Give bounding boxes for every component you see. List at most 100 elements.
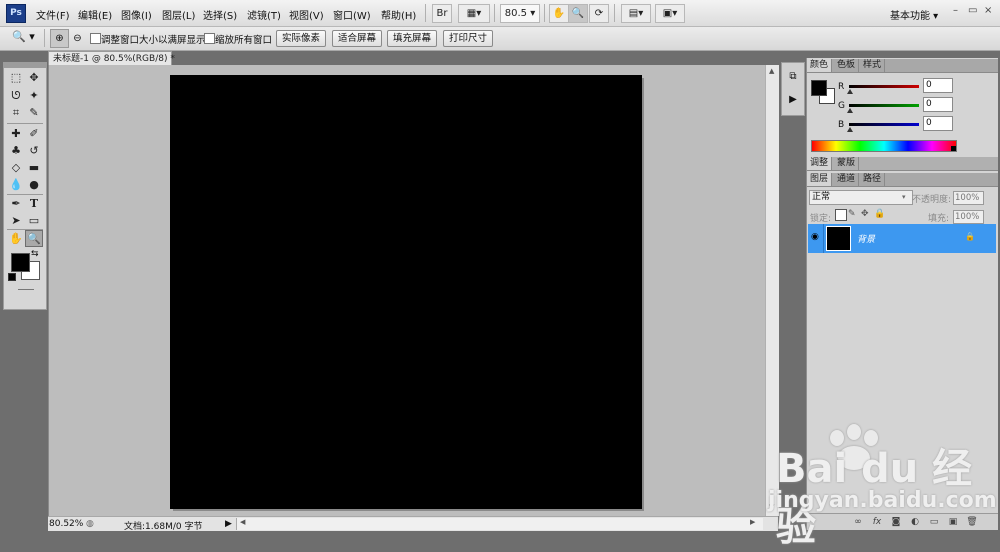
clone-stamp-tool-icon[interactable]: ♣ xyxy=(8,143,24,158)
spectrum-black-swatch[interactable] xyxy=(951,146,956,151)
channel-r-handle[interactable] xyxy=(847,89,853,94)
menu-edit[interactable]: 编辑(E) xyxy=(78,7,112,22)
foreground-color-swatch[interactable] xyxy=(11,253,30,272)
print-size-button[interactable]: 打印尺寸 xyxy=(443,30,493,47)
close-button[interactable]: × xyxy=(984,5,992,16)
zoom-out-icon[interactable]: ⊖ xyxy=(68,29,87,48)
eye-icon[interactable]: ◉ xyxy=(811,233,821,242)
eyedropper-tool-icon[interactable]: ✎ xyxy=(26,105,42,120)
default-colors-icon[interactable] xyxy=(8,273,16,281)
type-tool-icon[interactable]: T xyxy=(26,196,42,211)
channel-b-label: B xyxy=(838,120,845,130)
magic-wand-tool-icon[interactable]: ✦ xyxy=(26,88,42,103)
status-zoom-icon[interactable]: ◍ xyxy=(86,519,94,529)
separator xyxy=(614,4,615,22)
actual-pixels-button[interactable]: 实际像素 xyxy=(276,30,326,47)
rotate-view-icon[interactable]: ⟳ xyxy=(589,4,609,23)
brush-tool-icon[interactable]: ✐ xyxy=(26,126,42,141)
tab-adjustments[interactable]: 调整 xyxy=(807,157,833,170)
workspace-switcher[interactable]: 基本功能 ▾ xyxy=(890,7,938,22)
marquee-tool-icon[interactable]: ⬚ xyxy=(8,70,24,85)
document-tab[interactable]: 未标题-1 @ 80.5%(RGB/8) * xyxy=(48,51,175,66)
pen-tool-icon[interactable]: ✒ xyxy=(8,196,24,211)
zoom-level-field[interactable]: 80.5 ▾ xyxy=(500,4,540,23)
blur-tool-icon[interactable]: 💧 xyxy=(8,177,24,192)
channel-g-input[interactable]: 0 xyxy=(923,97,953,112)
menu-view[interactable]: 视图(V) xyxy=(289,7,324,22)
arrange-documents-icon[interactable]: ▤▾ xyxy=(621,4,651,23)
screen-mode-icon[interactable]: ▣▾ xyxy=(655,4,685,23)
status-zoom[interactable]: 80.52% xyxy=(49,519,83,529)
scroll-right-icon[interactable]: ▶ xyxy=(750,518,755,526)
swap-colors-icon[interactable]: ⇆ xyxy=(31,249,39,259)
opacity-input[interactable]: 100% xyxy=(953,191,984,205)
layer-thumbnail[interactable] xyxy=(826,226,851,251)
crop-tool-icon[interactable]: ⌗ xyxy=(8,105,24,120)
path-selection-tool-icon[interactable]: ➤ xyxy=(8,213,24,228)
canvas[interactable] xyxy=(170,75,642,509)
actions-panel-icon[interactable]: ▶ xyxy=(785,92,801,108)
zoom-in-icon[interactable]: ⊕ xyxy=(50,29,69,48)
lock-transparent-icon[interactable] xyxy=(835,209,847,221)
gradient-tool-icon[interactable]: ▬ xyxy=(26,160,42,175)
color-spectrum[interactable] xyxy=(811,140,957,152)
fit-screen-button[interactable]: 适合屏幕 xyxy=(332,30,382,47)
tool-preset-picker-icon[interactable]: 🔍 ▾ xyxy=(12,30,35,43)
tab-masks[interactable]: 蒙版 xyxy=(834,157,860,170)
color-foreground-swatch[interactable] xyxy=(811,80,827,96)
dodge-tool-icon[interactable]: ● xyxy=(26,177,42,192)
move-tool-icon[interactable]: ✥ xyxy=(26,70,42,85)
channel-b-handle[interactable] xyxy=(847,127,853,132)
scroll-up-icon[interactable]: ▲ xyxy=(769,67,774,75)
menu-layer[interactable]: 图层(L) xyxy=(162,7,195,22)
layer-row[interactable]: ◉ 背景 🔒 xyxy=(808,224,996,253)
hand-tool-icon[interactable]: ✋ xyxy=(8,231,24,246)
tab-layers[interactable]: 图层 xyxy=(807,173,833,186)
lock-pixels-icon[interactable]: ✎ xyxy=(848,209,856,219)
zoom-all-windows-checkbox[interactable] xyxy=(204,33,215,44)
menu-file[interactable]: 文件(F) xyxy=(36,7,70,22)
channel-r-input[interactable]: 0 xyxy=(923,78,953,93)
channel-g-handle[interactable] xyxy=(847,108,853,113)
photoshop-logo-icon[interactable]: Ps xyxy=(6,4,26,23)
resize-windows-checkbox[interactable] xyxy=(90,33,101,44)
channel-b-input[interactable]: 0 xyxy=(923,116,953,131)
zoom-tool-icon[interactable]: 🔍 xyxy=(25,230,43,247)
zoom-tool-icon[interactable]: 🔍 xyxy=(568,4,588,23)
bridge-icon[interactable]: Br xyxy=(432,4,452,23)
healing-brush-tool-icon[interactable]: ✚ xyxy=(8,126,24,141)
lasso-tool-icon[interactable]: ᘎ xyxy=(8,88,24,103)
layer-name[interactable]: 背景 xyxy=(857,232,875,245)
menu-window[interactable]: 窗口(W) xyxy=(333,7,371,22)
tab-color[interactable]: 颜色 xyxy=(807,59,833,72)
minimize-button[interactable]: – xyxy=(953,5,958,16)
tab-channels[interactable]: 通道 xyxy=(834,173,860,186)
tab-paths[interactable]: 路径 xyxy=(860,173,886,186)
horizontal-scrollbar[interactable]: ◀ ▶ xyxy=(236,518,763,530)
hand-tool-icon[interactable]: ✋ xyxy=(549,4,569,23)
menu-select[interactable]: 选择(S) xyxy=(203,7,237,22)
lock-position-icon[interactable]: ✥ xyxy=(861,209,869,219)
tab-styles[interactable]: 样式 xyxy=(860,59,886,72)
fill-screen-button[interactable]: 填充屏幕 xyxy=(387,30,437,47)
menu-filter[interactable]: 滤镜(T) xyxy=(247,7,281,22)
lock-all-icon[interactable]: 🔒 xyxy=(874,209,885,219)
scroll-left-icon[interactable]: ◀ xyxy=(240,518,245,526)
menu-image[interactable]: 图像(I) xyxy=(121,7,152,22)
view-extras-icon[interactable]: ▦▾ xyxy=(458,4,490,23)
fill-input[interactable]: 100% xyxy=(953,210,984,224)
channel-g-slider[interactable] xyxy=(849,104,919,107)
restore-button[interactable]: ▭ xyxy=(968,5,977,16)
history-panel-icon[interactable]: ⧉ xyxy=(785,69,801,85)
eraser-tool-icon[interactable]: ◇ xyxy=(8,160,24,175)
history-brush-tool-icon[interactable]: ↺ xyxy=(26,143,42,158)
channel-b-slider[interactable] xyxy=(849,123,919,126)
status-menu-arrow-icon[interactable]: ▶ xyxy=(225,519,232,529)
blend-mode-select[interactable]: 正常 ▾ xyxy=(809,190,913,205)
toolbox-grip[interactable] xyxy=(4,63,46,68)
channel-r-slider[interactable] xyxy=(849,85,919,88)
quick-mask-icon[interactable] xyxy=(18,289,34,290)
shape-tool-icon[interactable]: ▭ xyxy=(26,213,42,228)
menu-help[interactable]: 帮助(H) xyxy=(381,7,416,22)
tab-swatches[interactable]: 色板 xyxy=(834,59,860,72)
